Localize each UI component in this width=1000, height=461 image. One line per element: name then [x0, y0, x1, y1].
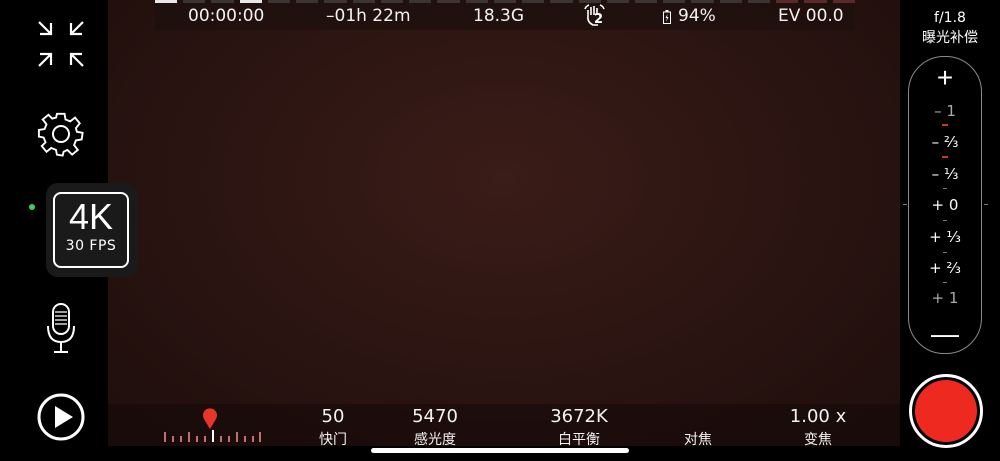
- home-indicator[interactable]: [371, 448, 629, 453]
- collapse-arrows-icon[interactable]: [37, 20, 85, 72]
- battery-icon: [663, 9, 671, 28]
- resolution-fps-button[interactable]: 4K 30 FPS: [53, 192, 129, 268]
- ev-tick-zero: + 0: [931, 196, 959, 214]
- battery-level: 94%: [678, 6, 716, 26]
- iso-label: 感光度: [414, 432, 456, 448]
- play-icon[interactable]: [37, 393, 85, 445]
- white-balance-label: 白平衡: [558, 432, 600, 448]
- shutter-scale: [164, 430, 261, 442]
- gear-icon[interactable]: [37, 110, 85, 162]
- record-dot[interactable]: [915, 380, 977, 442]
- exposure-comp-label: 曝光补偿: [922, 30, 978, 46]
- ev-plus-button[interactable]: +: [908, 62, 982, 94]
- ev-tick: + 1: [931, 289, 959, 307]
- remaining-time: –01h 22m: [326, 6, 411, 26]
- microphone-icon[interactable]: [44, 302, 78, 358]
- fps-value: 30 FPS: [65, 238, 117, 254]
- iso-value[interactable]: 5470: [375, 406, 495, 427]
- stabilizer-level: 2: [594, 12, 604, 27]
- ev-tick: – ⅔: [931, 133, 959, 151]
- ev-tick: + ⅓: [929, 228, 961, 246]
- timecode: 00:00:00: [188, 6, 265, 26]
- ev-tick: – ⅓: [931, 165, 959, 183]
- ev-readout: EV 00.0: [778, 6, 844, 26]
- ev-tick: – 1: [934, 102, 956, 120]
- white-balance-value[interactable]: 3672K: [519, 406, 639, 427]
- exposure-header: f/1.8 曝光补偿: [905, 8, 995, 48]
- resolution-value: 4K: [68, 196, 114, 237]
- audio-level-meter: [155, 0, 855, 4]
- storage-free: 18.3G: [473, 6, 525, 26]
- ev-minus-button[interactable]: —: [908, 318, 982, 350]
- aperture-value: f/1.8: [934, 10, 966, 26]
- focus-label[interactable]: 对焦: [638, 429, 758, 449]
- recording-ready-indicator: [29, 204, 35, 210]
- ev-tick: + ⅔: [929, 259, 961, 277]
- camera-viewfinder[interactable]: [108, 0, 900, 446]
- zoom-value[interactable]: 1.00 x: [758, 406, 878, 427]
- zoom-label: 变焦: [804, 432, 832, 448]
